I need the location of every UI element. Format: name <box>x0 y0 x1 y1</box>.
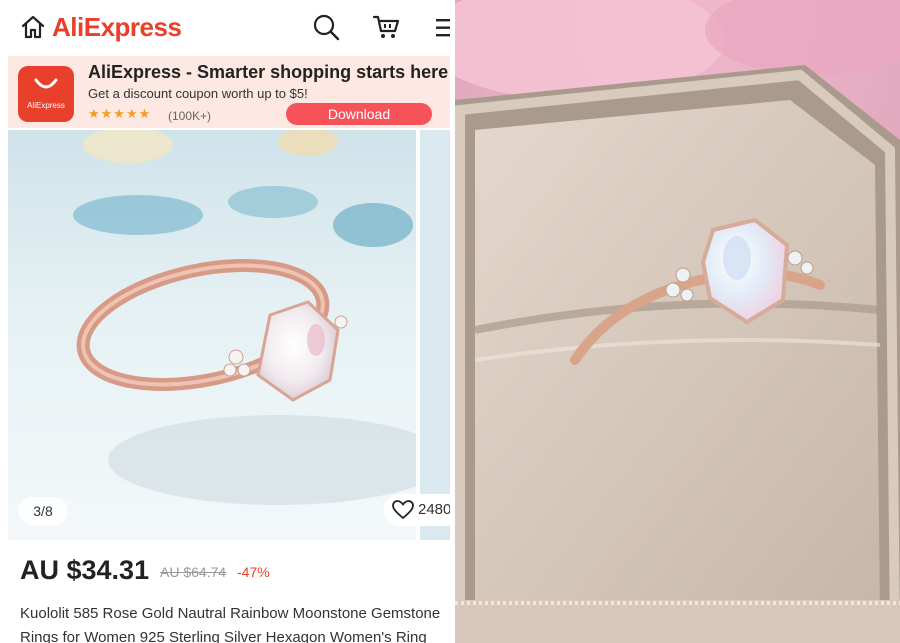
cart-icon[interactable] <box>372 13 400 41</box>
ring-in-box-photo <box>455 0 900 643</box>
rating-stars: ★★★★★ <box>88 106 152 121</box>
product-title-line-1: Kuololit 585 Rose Gold Nautral Rainbow M… <box>20 605 441 622</box>
next-image-peek[interactable] <box>420 130 450 540</box>
customer-photo-panel <box>455 0 900 643</box>
search-icon[interactable] <box>312 13 340 41</box>
rating-count: (100K+) <box>168 109 212 123</box>
current-price: AU $34.31 <box>20 555 150 585</box>
banner-subtitle: Get a discount coupon worth up to $5! <box>88 86 308 101</box>
top-bar: AliExpress <box>0 0 450 56</box>
image-counter: 3/8 <box>18 497 68 525</box>
download-button[interactable]: Download <box>286 103 432 125</box>
wishlist-button[interactable]: 2480 <box>384 494 450 526</box>
product-title-line-2: Rings for Women 925 Sterling Silver Hexa… <box>20 629 427 643</box>
banner-title: AliExpress - Smarter shopping starts her… <box>88 62 449 82</box>
app-screenshot-panel: AliExpress AliExpress AliExpress - Smart… <box>0 0 450 643</box>
home-icon[interactable] <box>20 14 46 40</box>
original-price: AU $64.74 <box>160 564 227 580</box>
product-title[interactable]: Kuololit 585 Rose Gold Nautral Rainbow M… <box>20 602 450 643</box>
wishlist-count: 2480 <box>418 501 450 518</box>
product-image-gallery[interactable] <box>8 130 416 540</box>
brand-logo[interactable]: AliExpress <box>52 12 182 43</box>
bag-smile-icon <box>34 78 58 89</box>
aliexpress-app-logo: AliExpress <box>18 66 74 122</box>
discount-badge: -47% <box>237 564 270 580</box>
heart-icon <box>392 500 414 520</box>
app-logo-label: AliExpress <box>27 101 65 110</box>
app-download-banner: AliExpress AliExpress - Smarter shopping… <box>8 56 450 128</box>
ring-product-photo <box>8 130 416 540</box>
menu-icon[interactable] <box>436 18 450 38</box>
